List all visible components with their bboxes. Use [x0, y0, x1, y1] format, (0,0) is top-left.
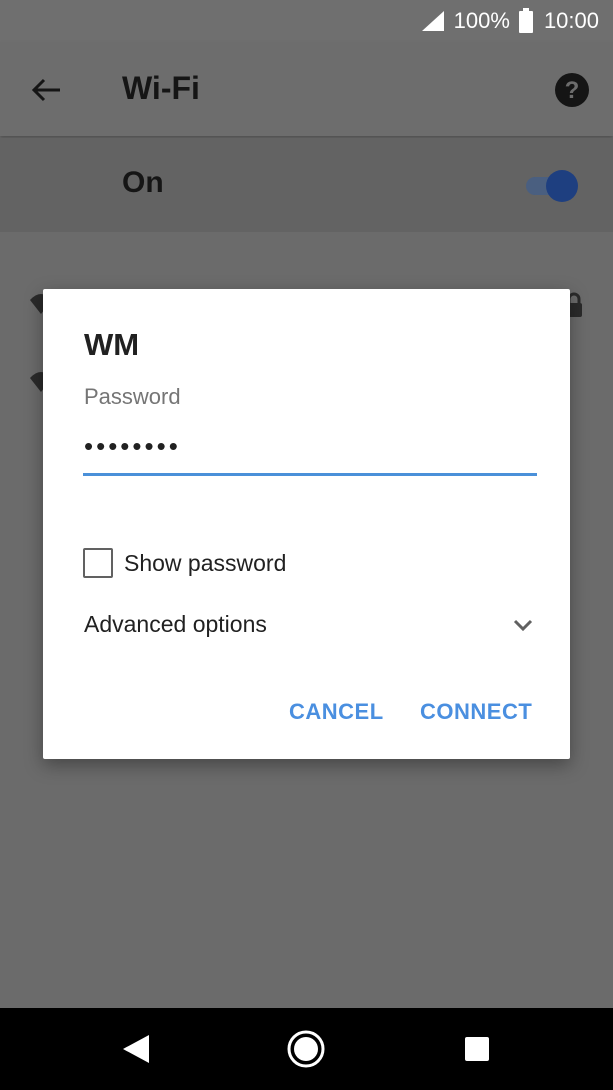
- svg-text:?: ?: [565, 77, 580, 104]
- nav-home-icon[interactable]: [287, 1030, 325, 1068]
- chevron-down-icon[interactable]: [511, 613, 535, 637]
- cancel-button[interactable]: CANCEL: [289, 699, 384, 725]
- password-label: Password: [84, 384, 181, 409]
- show-password-checkbox[interactable]: [83, 548, 113, 578]
- wifi-toggle-label: On: [122, 166, 164, 199]
- password-field-underline: [83, 473, 537, 476]
- password-field[interactable]: ••••••••: [84, 431, 181, 462]
- wifi-toggle-switch[interactable]: [524, 170, 582, 202]
- page-title: Wi-Fi: [122, 70, 200, 106]
- navigation-bar: [0, 1008, 613, 1090]
- status-time: 10:00: [543, 8, 599, 33]
- toggle-thumb: [546, 170, 578, 202]
- status-bar: 100% 10:00: [0, 0, 613, 42]
- signal-icon: [421, 11, 444, 31]
- connect-button[interactable]: CONNECT: [420, 699, 532, 725]
- back-arrow-icon[interactable]: [28, 72, 64, 108]
- show-password-label[interactable]: Show password: [124, 550, 286, 577]
- app-bar: Wi-Fi ?: [0, 42, 613, 136]
- nav-back-icon[interactable]: [121, 1033, 153, 1065]
- battery-icon: [518, 8, 533, 33]
- wifi-password-dialog: WM Password •••••••• Show password Advan…: [43, 289, 570, 759]
- nav-recents-icon[interactable]: [464, 1036, 490, 1062]
- advanced-options-label[interactable]: Advanced options: [84, 611, 267, 638]
- battery-percent: 100%: [453, 8, 510, 33]
- dialog-title: WM: [84, 327, 140, 362]
- wifi-toggle-row[interactable]: On: [0, 138, 613, 232]
- help-icon[interactable]: ?: [554, 72, 590, 108]
